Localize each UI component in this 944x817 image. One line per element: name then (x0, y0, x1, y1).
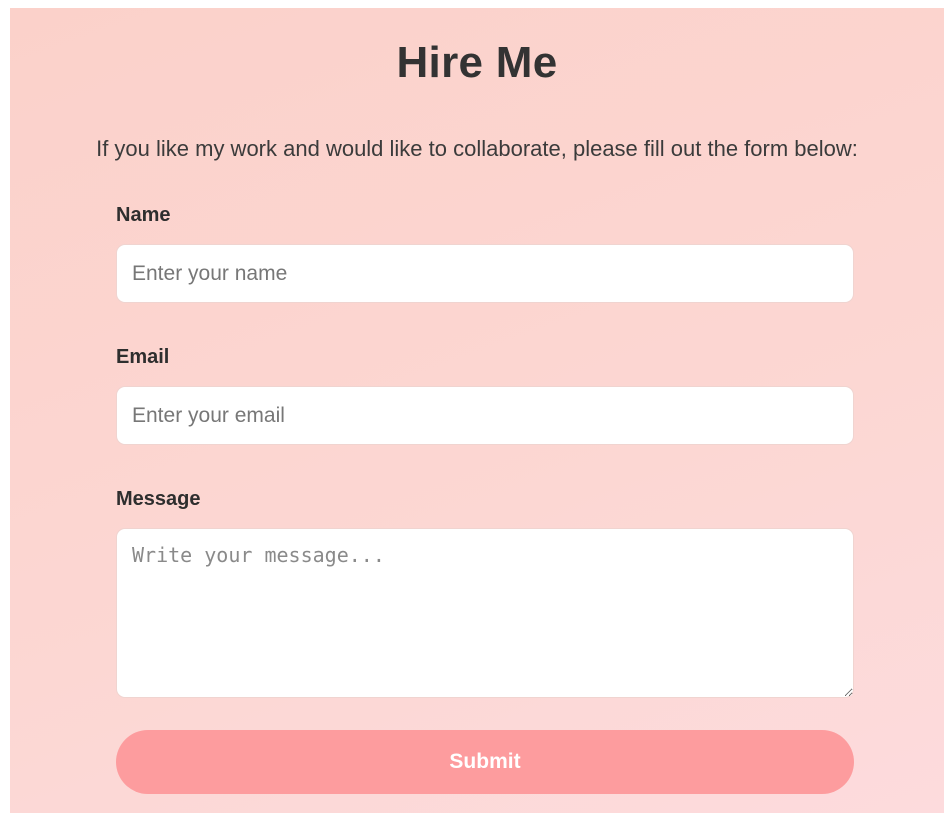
submit-button[interactable]: Submit (116, 730, 854, 794)
email-label: Email (116, 346, 170, 368)
message-label: Message (116, 488, 201, 510)
intro-text: If you like my work and would like to co… (96, 136, 858, 161)
email-input[interactable] (116, 386, 854, 445)
name-label: Name (116, 204, 171, 226)
message-textarea[interactable] (116, 528, 854, 698)
page-title: Hire Me (396, 38, 558, 87)
hire-me-panel: Hire Me If you like my work and would li… (10, 8, 944, 813)
name-input[interactable] (116, 244, 854, 303)
